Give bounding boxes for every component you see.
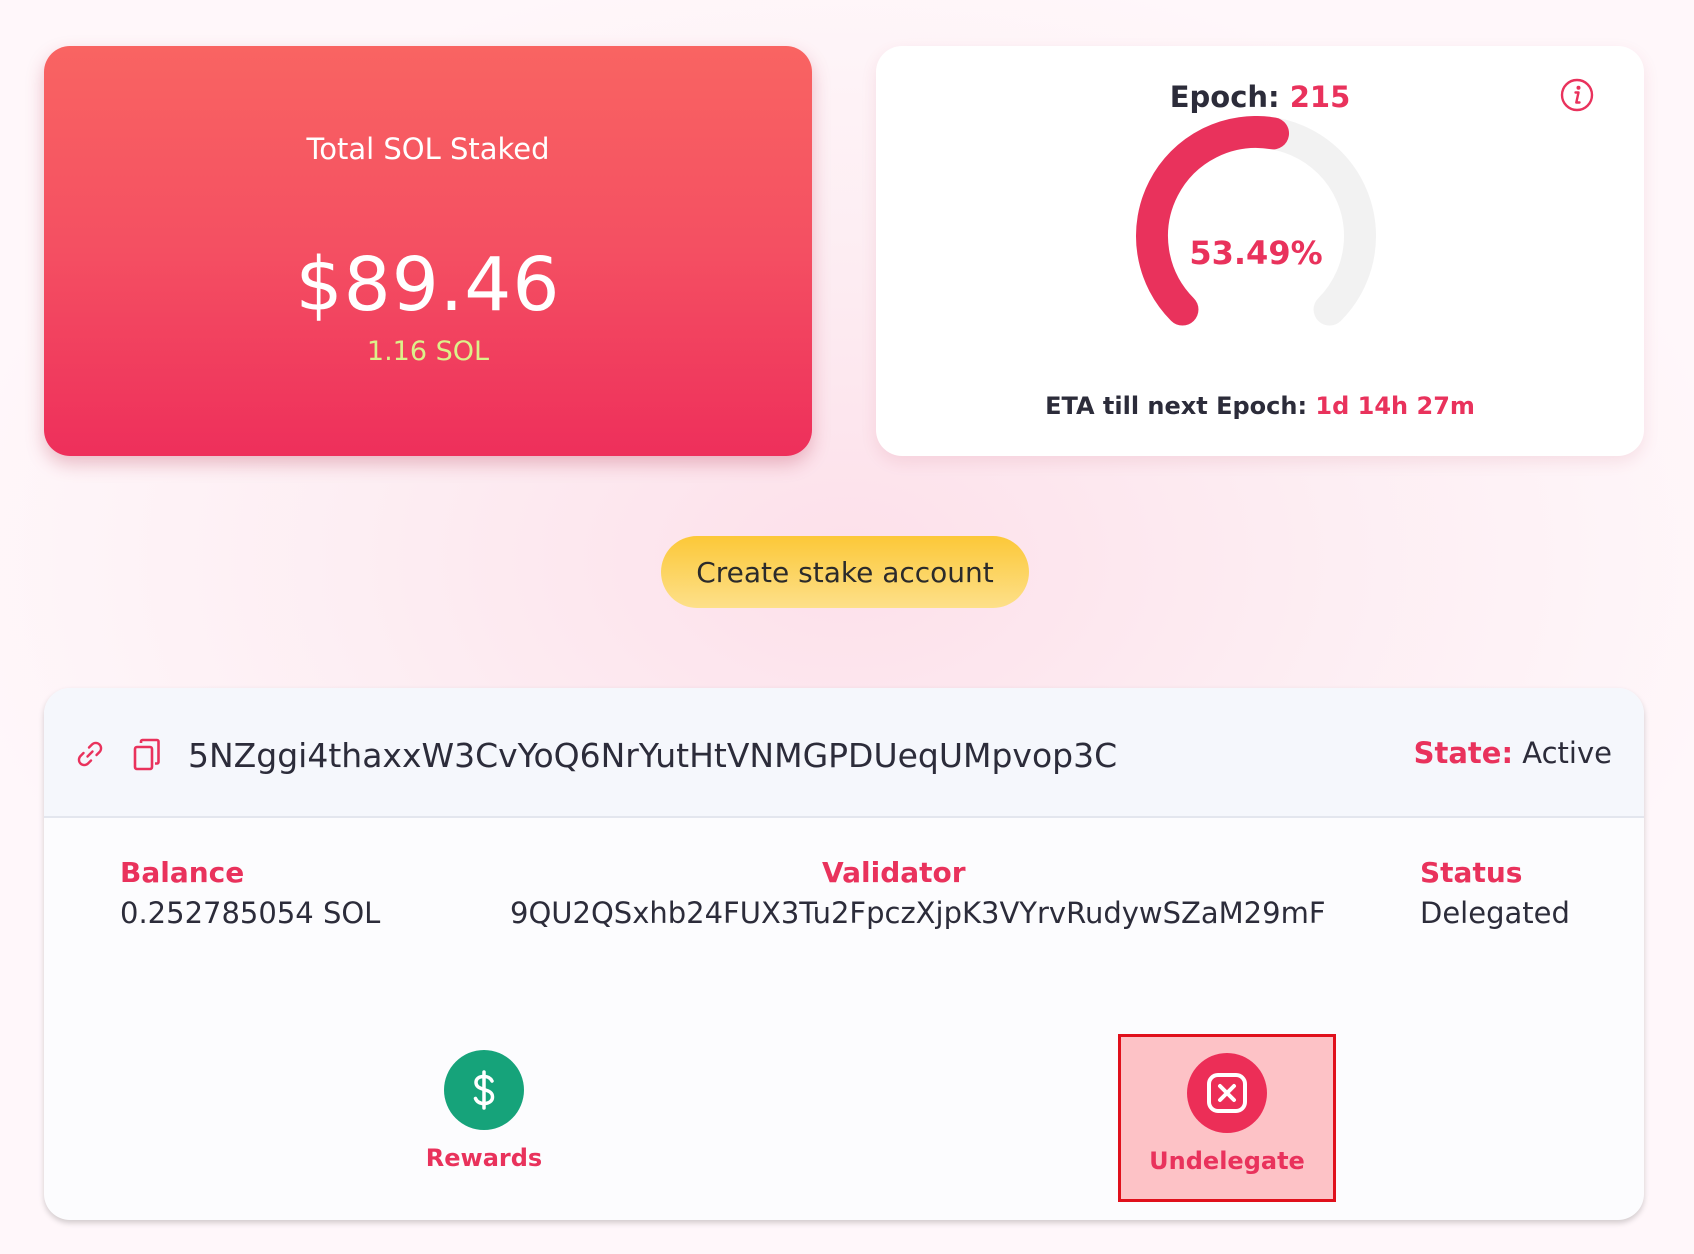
total-staked-title: Total SOL Staked: [306, 132, 550, 166]
dollar-icon: [473, 1070, 495, 1110]
status-label: Status: [1420, 856, 1523, 889]
state-value: Active: [1522, 736, 1612, 770]
stake-account-card: 5NZggi4thaxxW3CvYoQ6NrYutHtVNMGPDUeqUMpv…: [44, 688, 1644, 1220]
close-square-icon: [1207, 1073, 1247, 1113]
validator-value: 9QU2QSxhb24FUX3Tu2FpczXjpK3VYrvRudywSZaM…: [510, 896, 1326, 930]
undelegate-button[interactable]: Undelegate: [1118, 1034, 1336, 1202]
total-staked-sol: 1.16 SOL: [366, 336, 490, 367]
status-value: Delegated: [1420, 896, 1570, 930]
eta-value: 1d 14h 27m: [1315, 392, 1475, 420]
balance-label: Balance: [120, 856, 245, 889]
epoch-progress-percent: 53.49%: [1189, 234, 1323, 272]
epoch-progress-gauge: [1136, 116, 1376, 326]
eta-label: ETA till next Epoch:: [1045, 392, 1308, 420]
link-icon[interactable]: [74, 738, 106, 770]
gauge-fill: [1136, 116, 1290, 326]
stake-account-header: 5NZggi4thaxxW3CvYoQ6NrYutHtVNMGPDUeqUMpv…: [44, 688, 1644, 818]
total-staked-usd: $89.46: [295, 242, 561, 328]
validator-label: Validator: [822, 856, 966, 889]
balance-value: 0.252785054 SOL: [120, 896, 381, 930]
stake-account-state: State: Active: [1414, 736, 1612, 770]
stake-account-address: 5NZggi4thaxxW3CvYoQ6NrYutHtVNMGPDUeqUMpv…: [188, 736, 1118, 775]
epoch-eta: ETA till next Epoch: 1d 14h 27m: [876, 392, 1644, 420]
create-stake-account-button[interactable]: Create stake account: [661, 536, 1029, 608]
rewards-label: Rewards: [425, 1144, 543, 1172]
epoch-card: Epoch: 215 53.49% ETA till next Epoch: 1…: [876, 46, 1644, 456]
rewards-icon-circle: [444, 1050, 524, 1130]
info-icon[interactable]: [1560, 78, 1594, 112]
total-staked-card: Total SOL Staked $89.46 1.16 SOL: [44, 46, 812, 456]
epoch-label: Epoch:: [1169, 80, 1280, 114]
epoch-number: 215: [1289, 80, 1351, 114]
copy-icon[interactable]: [132, 738, 162, 772]
state-label: State:: [1413, 736, 1514, 770]
rewards-button[interactable]: Rewards: [384, 1050, 584, 1172]
undelegate-label: Undelegate: [1149, 1147, 1305, 1175]
undelegate-icon-circle: [1187, 1053, 1267, 1133]
epoch-title: Epoch: 215: [876, 80, 1644, 114]
